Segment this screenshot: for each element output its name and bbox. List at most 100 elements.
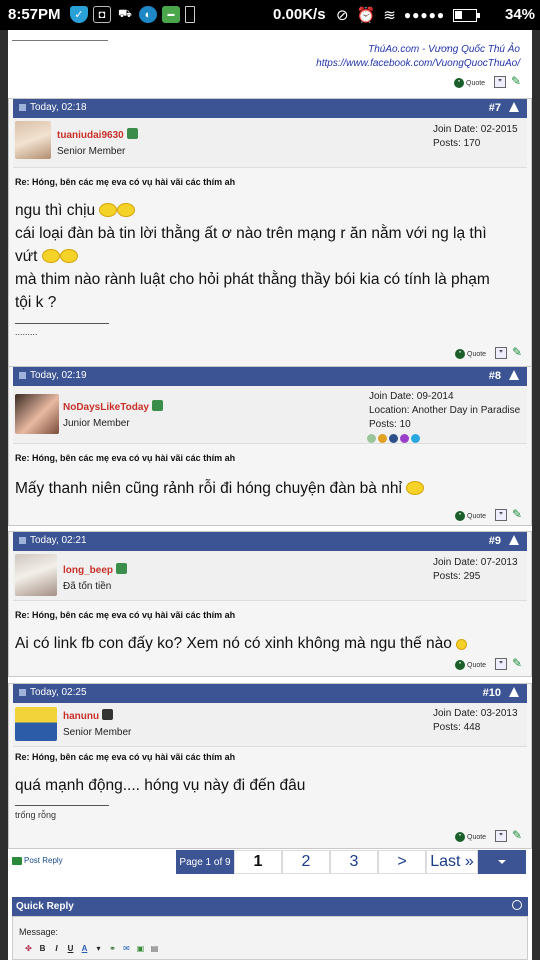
avatar[interactable] [15,707,57,741]
post-reply-button[interactable]: Post Reply [12,856,63,865]
report-icon[interactable] [509,370,519,380]
post-line: ngu thì chịu [15,202,96,219]
report-icon[interactable] [509,687,519,697]
username[interactable]: tuaniudai9630 [57,128,138,141]
user-location: Location: Another Day in Paradise [369,405,521,416]
report-icon[interactable] [509,535,519,545]
signature-site[interactable]: ThúAo.com - Vương Quốc Thú Ảo [368,44,520,55]
chevron-down-icon [498,860,506,864]
quote-button[interactable]: ” Quote [455,511,486,521]
report-icon[interactable] [509,102,519,112]
post-number[interactable]: #10 [483,687,501,699]
user-stats: Join Date: 09-2014 Location: Another Day… [369,390,520,432]
quote-icon: ” [454,78,464,88]
email-icon[interactable]: ✉ [121,943,132,954]
post-body: quá mạnh động.... hóng vụ này đi đến đâu [15,774,521,797]
signal-icon: ●●●●● [403,8,446,22]
last-page-link[interactable]: Last » [426,850,478,874]
page-info: Page 1 of 9 [176,850,234,874]
post-title: Re: Hóng, bên các mẹ eva có vụ hài vãi c… [15,177,236,187]
multiquote-icon[interactable]: ❞ [495,347,507,359]
post-body: ngu thì chịu cái loại đàn bà tin lời thằ… [15,199,521,314]
post-line: Mấy thanh niên cũng rảnh rỗi đi hóng chu… [15,480,402,497]
quote-button[interactable]: ” Quote [455,660,486,670]
username[interactable]: NoDaysLikeToday [63,400,163,413]
reply-feather-icon[interactable]: ✎ [512,828,522,842]
paste-icon[interactable]: ▤ [149,943,160,954]
image-icon[interactable]: ▣ [135,943,146,954]
post-line: mà thim nào rành luật cho hỏi phát thằng… [15,271,490,288]
multiquote-icon[interactable]: ❞ [495,658,507,670]
badge-icon [378,434,387,443]
username[interactable]: long_beep [63,563,128,576]
post-7: Today, 02:18 #7 tuaniudai9630 Senior Mem… [8,98,532,368]
join-date: Join Date: 03-2013 [433,708,518,719]
chevron-down-icon[interactable]: ▾ [93,943,104,954]
skype-icon [411,434,420,443]
page-3-link[interactable]: 3 [330,850,378,874]
multiquote-icon[interactable]: ❞ [495,509,507,521]
reply-feather-icon[interactable]: ✎ [512,507,522,521]
reply-feather-icon[interactable]: ✎ [512,345,522,359]
badge-icon [389,434,398,443]
post-body: Mấy thanh niên cũng rảnh rỗi đi hóng chu… [15,477,521,500]
next-page-link[interactable]: > [378,850,426,874]
post-line: Ai có link fb con đấy ko? Xem nó có xinh… [15,635,452,652]
post-line: quá mạnh động.... hóng vụ này đi đến đâu [15,777,306,794]
reply-feather-icon[interactable]: ✎ [511,74,521,88]
quote-button[interactable]: ” Quote [454,78,485,88]
post-date: Today, 02:21 [19,535,87,546]
user-stats: Join Date: 02-2015 Posts: 170 [433,123,518,151]
user-title: Junior Member [63,418,130,429]
quick-reply-header: Quick Reply [12,897,528,916]
quote-button[interactable]: ” Quote [455,832,486,842]
post-count: Posts: 10 [369,419,411,430]
signature-divider [12,40,108,41]
online-status-icon [116,563,128,574]
post-title: Re: Hóng, bên các mẹ eva có vụ hài vãi c… [15,453,236,463]
italic-button[interactable]: I [51,943,62,954]
post-number[interactable]: #9 [489,535,501,547]
avatar[interactable] [15,554,57,596]
page-jump-dropdown[interactable] [478,850,526,874]
post-number[interactable]: #7 [489,102,501,114]
post-count: Posts: 295 [433,571,481,582]
post-date: Today, 02:19 [19,370,87,381]
format-icon[interactable]: ✤ [23,943,34,954]
username[interactable]: hanunu [63,709,114,722]
post-10: Today, 02:25 #10 hanunu Senior Member Jo… [8,683,532,849]
quote-icon: ” [455,349,465,359]
battery-icon [453,8,481,22]
post-header: Today, 02:25 #10 [13,684,527,703]
join-date: Join Date: 09-2014 [369,391,454,402]
grin-emoticon-icon [406,481,425,495]
alarm-icon: ⏰ [356,7,376,24]
user-badges [367,434,420,443]
collapse-icon[interactable] [512,900,522,910]
page-2-link[interactable]: 2 [282,850,330,874]
avatar[interactable] [15,394,59,434]
laugh-emoticon-icon [59,249,78,263]
quote-button[interactable]: ” Quote [455,349,486,359]
reply-feather-icon[interactable]: ✎ [512,656,522,670]
multiquote-icon[interactable]: ❞ [494,76,506,88]
underline-button[interactable]: U [65,943,76,954]
multiquote-icon[interactable]: ❞ [495,830,507,842]
avatar[interactable] [15,121,51,159]
app-icon: ▬ [162,6,180,23]
post-icon [19,537,26,544]
post-date: Today, 02:18 [19,102,87,113]
post-signature: ......... [15,327,38,337]
post-title: Re: Hóng, bên các mẹ eva có vụ hài vãi c… [15,610,236,620]
post-reply-icon [12,856,22,865]
link-icon[interactable]: ⚭ [107,943,118,954]
message-label: Message: [19,927,59,937]
quote-icon: ” [455,832,465,842]
text-color-button[interactable]: A [79,943,90,954]
bold-button[interactable]: B [37,943,48,954]
signature-link[interactable]: https://www.facebook.com/VuongQuocThuAo/ [316,58,520,69]
user-title: Đã tốn tiền [63,581,112,592]
post-number[interactable]: #8 [489,370,501,382]
wifi-icon: ≋ [383,7,396,24]
signature-divider [15,323,109,324]
